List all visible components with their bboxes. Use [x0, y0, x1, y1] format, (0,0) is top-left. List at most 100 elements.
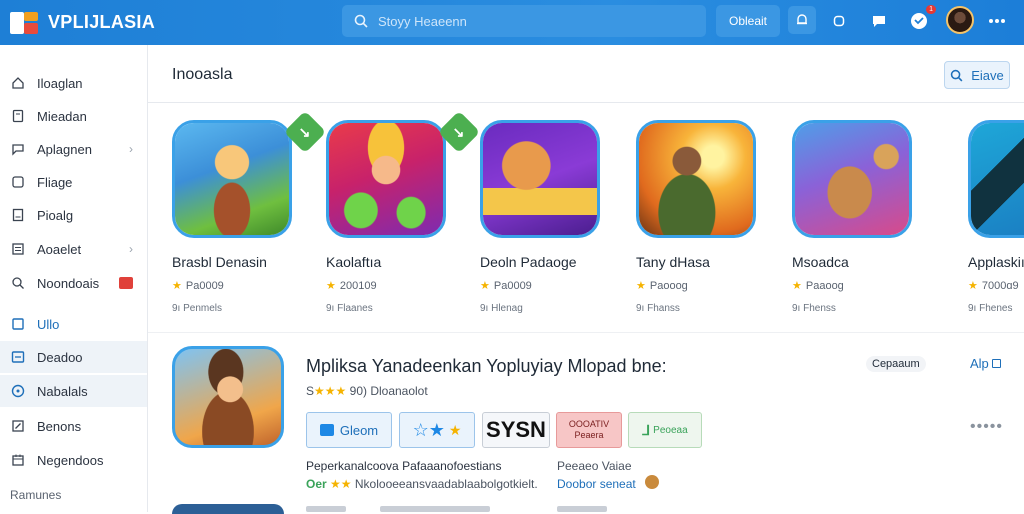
category-tag[interactable]: Cepaaum [866, 356, 926, 372]
edit-icon [10, 418, 26, 434]
app-title: VPLIJLASIA [48, 12, 156, 32]
app-rating-value: 7000ɑ9 [981, 280, 1019, 292]
search-box[interactable] [342, 5, 706, 37]
app-title[interactable]: Brasbl Denasin [172, 254, 267, 270]
more-icon[interactable]: ••••• [970, 418, 1003, 436]
search-icon [951, 69, 963, 81]
app-rating: ★ Paooog [636, 279, 688, 292]
app-card[interactable]: Tany dHasa ★ Paooog 9ı Fhanss [636, 120, 776, 320]
app-logo[interactable]: VPLIJLASIA [10, 10, 330, 36]
price-label: Peeaeo Vaiae [557, 459, 632, 473]
chip-red[interactable]: OOOATIV Peaera [556, 412, 622, 448]
sidebar-item-7[interactable]: Noondoais [0, 267, 147, 299]
app-card[interactable]: Applaskiı ★ 7000ɑ9 9ı Fhenes [968, 120, 1024, 320]
star-icon: ★ [968, 280, 978, 292]
app-card[interactable]: Deoln Padaoge ★ Pa0009 9ı Hlenag [480, 120, 620, 320]
logo-icon [10, 10, 40, 36]
leaf-icon: ⅃ [642, 421, 651, 438]
app-card[interactable]: ↘ Kaolaftıa ★ 200109 9ı Flaanes [326, 110, 481, 320]
app-developer: 9ı Flaanes [326, 303, 373, 314]
app-rating-value: Pa0009 [493, 280, 532, 292]
featured-rating: S★★★ 90) Dloanaolot [306, 384, 428, 398]
app-icon[interactable] [792, 120, 912, 238]
sidebar-item-11[interactable]: Benons [0, 410, 147, 442]
app-developer: 9ı Fhenes [968, 303, 1013, 314]
featured-description: Peperkanalcoova Pafaaanofoestians [306, 459, 502, 473]
meta-prefix: Oer [306, 477, 327, 491]
chip-label: Gleom [339, 422, 379, 438]
app-rating: ★ 200109 [326, 279, 377, 292]
topbar-action-button[interactable]: Obleait [716, 5, 780, 37]
chip-green[interactable]: ⅃ Peoeaa [628, 412, 702, 448]
app-rating: ★ Paaoog [792, 279, 844, 292]
app-title[interactable]: Msoadca [792, 254, 849, 270]
app-title[interactable]: Applaskiı [968, 254, 1024, 270]
app-icon[interactable] [326, 120, 446, 238]
app-icon[interactable] [480, 120, 600, 238]
notification-badge [119, 277, 133, 289]
sidebar-item-12[interactable]: Negendoos [0, 444, 147, 476]
star-icon: ☆★ [412, 419, 445, 440]
refresh-icon[interactable] [826, 8, 852, 34]
star-icon: ★ [480, 280, 490, 292]
calendar-icon [10, 452, 26, 468]
sidebar-item-2[interactable]: Mieadan [0, 100, 147, 132]
app-title[interactable]: Deoln Padaoge [480, 254, 577, 270]
app-card[interactable]: ↘ Brasbl Denasin ★ Pa0009 9ı Penmels [172, 110, 327, 320]
sidebar-item-label: Deadoo [37, 349, 83, 365]
featured-link[interactable]: Alp [970, 356, 1002, 371]
search-icon [354, 14, 368, 28]
chip-sysn[interactable]: SYSN [482, 412, 550, 448]
search-icon [10, 275, 26, 291]
sidebar-item-label: Pioalg [37, 207, 74, 223]
app-rating-value: Pa0009 [185, 280, 224, 292]
sidebar-item-6[interactable]: Aoaelet › [0, 233, 147, 265]
sidebar-footer[interactable]: Ramunes [10, 488, 61, 502]
menu-icon [10, 349, 26, 365]
sidebar-item-4[interactable]: Fliage [0, 166, 147, 198]
sidebar-item-8[interactable]: Ullo [0, 308, 147, 340]
price-link[interactable]: Doobor seneat [557, 477, 636, 491]
star-icon: ★ [636, 280, 646, 292]
app-icon[interactable] [636, 120, 756, 238]
search-input[interactable] [378, 13, 678, 29]
chevron-right-icon: › [129, 242, 133, 256]
chip-label: OOOATIV Peaera [568, 419, 610, 440]
square-icon [10, 174, 26, 190]
sidebar-item-3[interactable]: Aplagnen › [0, 133, 147, 165]
app-title[interactable]: Tany dHasa [636, 254, 710, 270]
featured-app-icon[interactable] [172, 346, 284, 448]
star-icon: ★ [448, 421, 462, 438]
chat-icon[interactable] [866, 8, 892, 34]
sidebar-item-label: Benons [37, 418, 82, 434]
featured-link-label: Alp [970, 356, 989, 371]
chip-label: Peoeaa [653, 424, 688, 436]
chip-stars[interactable]: ☆★ ★ [399, 412, 475, 448]
topbar-action-label: Obleait [728, 14, 768, 28]
app-title[interactable]: Kaolaftıa [326, 254, 381, 270]
user-avatar[interactable] [946, 6, 974, 34]
more-icon[interactable] [984, 8, 1010, 34]
sidebar-item-9[interactable]: Deadoo [0, 341, 147, 373]
app-icon[interactable] [968, 120, 1024, 238]
app-card[interactable]: Msoadca ★ Paaoog 9ı Fhenss [792, 120, 932, 320]
sidebar-item-1[interactable]: Iloaglan [0, 67, 147, 99]
app-rating: ★ Pa0009 [172, 279, 224, 292]
header-search-button[interactable]: Eiave [944, 61, 1010, 89]
app-rating: ★ 7000ɑ9 [968, 279, 1019, 292]
next-app-icon[interactable] [172, 504, 284, 514]
sidebar-item-5[interactable]: Pioalg [0, 199, 147, 231]
bell-icon[interactable] [788, 6, 816, 34]
coin-icon [645, 475, 659, 489]
circle-icon [10, 383, 26, 399]
app-developer: 9ı Penmels [172, 303, 223, 314]
sidebar-item-label: Ullo [37, 316, 60, 332]
sidebar-item-10[interactable]: Nabalals [0, 375, 147, 407]
app-rating-value: 200109 [339, 280, 377, 292]
sidebar-item-label: Aoaelet [37, 241, 82, 257]
app-icon[interactable] [172, 120, 292, 238]
notifications-icon[interactable]: 1 [906, 5, 936, 34]
chip-gleom[interactable]: Gleom [306, 412, 392, 448]
featured-app-title[interactable]: Mpliksa Yanadeenkan Yopluyiay Mlopad bne… [306, 356, 667, 377]
file-icon [10, 207, 26, 223]
